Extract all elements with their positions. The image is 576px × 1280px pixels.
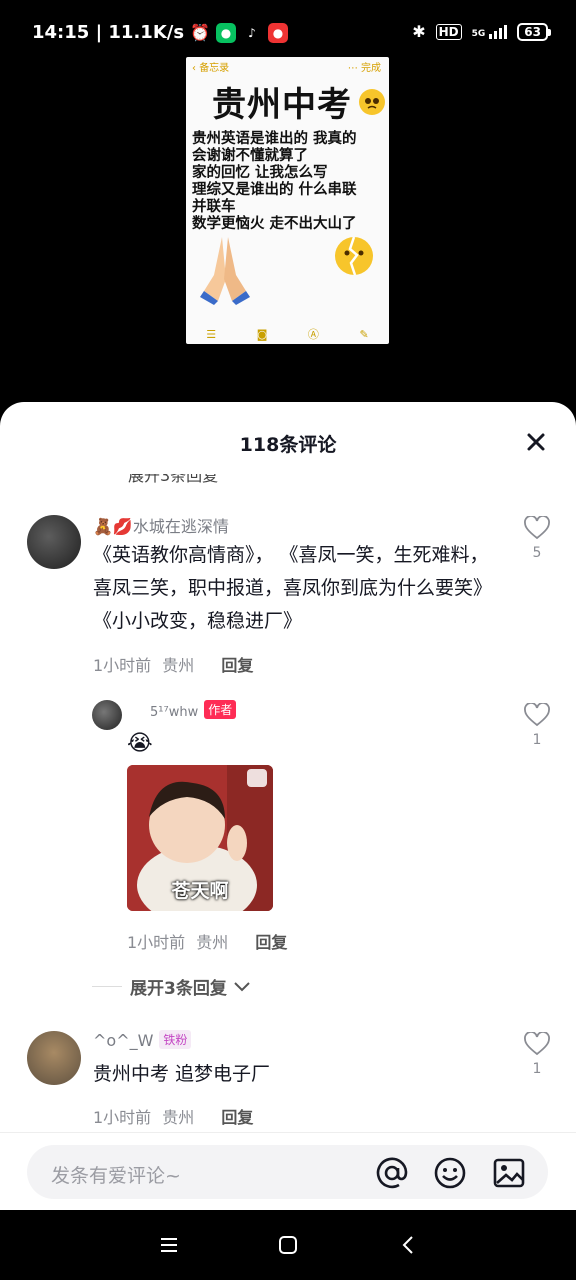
hd-icon: HD [435,23,462,40]
tiktok-icon: ♪ [241,22,262,43]
status-right: ✱ HD 5G 63 [412,22,551,41]
signal-icon: 5G [471,24,508,39]
praying-hands-emoji-icon [200,237,250,305]
comment-username-text: ^o^_W [93,1031,154,1050]
network-label: 5G [471,28,486,39]
alarm-icon: ⏰ [190,23,210,42]
comment-location: 贵州 [162,1108,195,1127]
image-picker-icon[interactable] [492,1156,526,1190]
like-heart-icon[interactable] [524,516,550,540]
image-line: 并联车 [192,199,236,215]
like-heart-icon[interactable] [524,703,550,727]
reply-time: 1小时前 [127,933,186,952]
comment-meta: 1小时前 贵州 回复 [93,652,253,676]
comment-time: 1小时前 [93,1108,152,1127]
compose-icon: ✎ [359,327,369,341]
image-title: 贵州中考 [212,85,352,125]
menu-icon[interactable] [158,1234,180,1256]
expand-replies-label: 展开3条回复 [130,979,227,999]
avatar[interactable] [92,700,122,730]
like-count: 1 [532,1061,542,1077]
memo-back-text: 备忘录 [199,63,230,74]
home-icon[interactable] [277,1234,299,1256]
bluetooth-icon: ✱ [412,22,426,41]
app-notification-icon: ● [267,22,288,43]
reply-username-text: 5¹⁷whw [150,705,199,720]
memo-done-text: 完成 [361,63,381,74]
camera-icon: ◙ [256,327,268,341]
memo-done-label: ⋯ 完成 [347,63,381,74]
sticker-image[interactable]: 苍天啊 [127,765,273,911]
reply-button[interactable]: 回复 [221,1108,253,1127]
comment-location: 贵州 [162,656,195,675]
image-line: 贵州英语是谁出的 我真的 [192,131,357,147]
like-count: 5 [532,545,542,561]
author-badge: 作者 [204,700,237,719]
time-speed: 14:15 | 11.1K/s [32,22,185,43]
comments-sheet: 118条评论 展开3条回复 🧸💋水城在逃深情 《英语教你高情商》， 《喜凤一笑，… [0,402,576,1210]
broken-face-emoji-icon [335,236,373,276]
partial-expand-label: 展开3条回复 [128,466,219,485]
like-count: 1 [532,732,542,748]
image-line: 会谢谢不懂就算了 [192,148,308,164]
reply-username[interactable]: 5¹⁷whw 作者 [150,700,237,720]
comment-input-placeholder: 发条有爱评论~ [51,1165,181,1187]
comment-time: 1小时前 [93,656,152,675]
memo-toolbar: ☰ ◙ Ⓐ ✎ [186,324,389,344]
expand-replies-button[interactable]: 展开3条回复 [92,974,251,999]
avatar[interactable] [27,515,81,569]
image-text-lines: 贵州英语是谁出的 我真的 会谢谢不懂就算了 家的回忆 让我怎么写 理综又是谁出的… [192,131,386,233]
image-line: 家的回忆 让我怎么写 [192,165,328,181]
status-left: 14:15 | 11.1K/s ⏰ ● ♪ ● [32,22,288,43]
comment-username[interactable]: 🧸💋水城在逃深情 [93,513,229,537]
markup-icon: Ⓐ [307,328,319,341]
comment-meta: 1小时前 贵州 回复 [93,1104,253,1128]
comment-text: 《英语教你高情商》， 《喜凤一笑，生死难料，喜凤三笑，职中报道，喜凤你到底为什么… [93,544,493,632]
battery-icon: 63 [517,22,551,41]
close-icon[interactable] [526,432,546,452]
mention-icon[interactable] [375,1156,409,1190]
reply-location: 贵州 [196,933,229,952]
like-heart-icon[interactable] [524,1032,550,1056]
reply-meta: 1小时前 贵州 回复 [127,929,287,953]
video-content-image[interactable]: ‹ 备忘录 ⋯ 完成 贵州中考 贵州英语是谁出的 我真的 会谢谢不懂就算了 家的… [186,57,389,344]
pleading-face-emoji-icon [359,89,385,115]
chevron-down-icon [234,981,250,991]
system-nav-bar [0,1210,576,1280]
comments-count-title: 118条评论 [239,434,337,456]
battery-level: 63 [524,24,541,39]
reply-button[interactable]: 回复 [255,933,287,952]
comment-username[interactable]: ^o^_W 铁粉 [93,1030,192,1050]
comment-text: 贵州中考 追梦电子厂 [93,1063,271,1085]
divider-line [92,986,122,987]
memo-back-label: ‹ 备忘录 [192,63,230,74]
comment-composer: 发条有爱评论~ [0,1132,576,1210]
reply-button[interactable]: 回复 [221,656,253,675]
wechat-icon: ● [215,22,236,43]
checklist-icon: ☰ [206,327,217,341]
comment-input[interactable]: 发条有爱评论~ [27,1145,548,1199]
fan-badge: 铁粉 [159,1030,192,1049]
reply-text: 😭 [127,731,153,756]
image-line: 理综又是谁出的 什么串联 [192,182,357,198]
sticker-caption: 苍天啊 [171,880,229,902]
back-icon[interactable] [398,1234,420,1256]
emoji-icon[interactable] [433,1156,467,1190]
image-line: 数学更恼火 走不出大山了 [192,216,357,232]
avatar[interactable] [27,1031,81,1085]
